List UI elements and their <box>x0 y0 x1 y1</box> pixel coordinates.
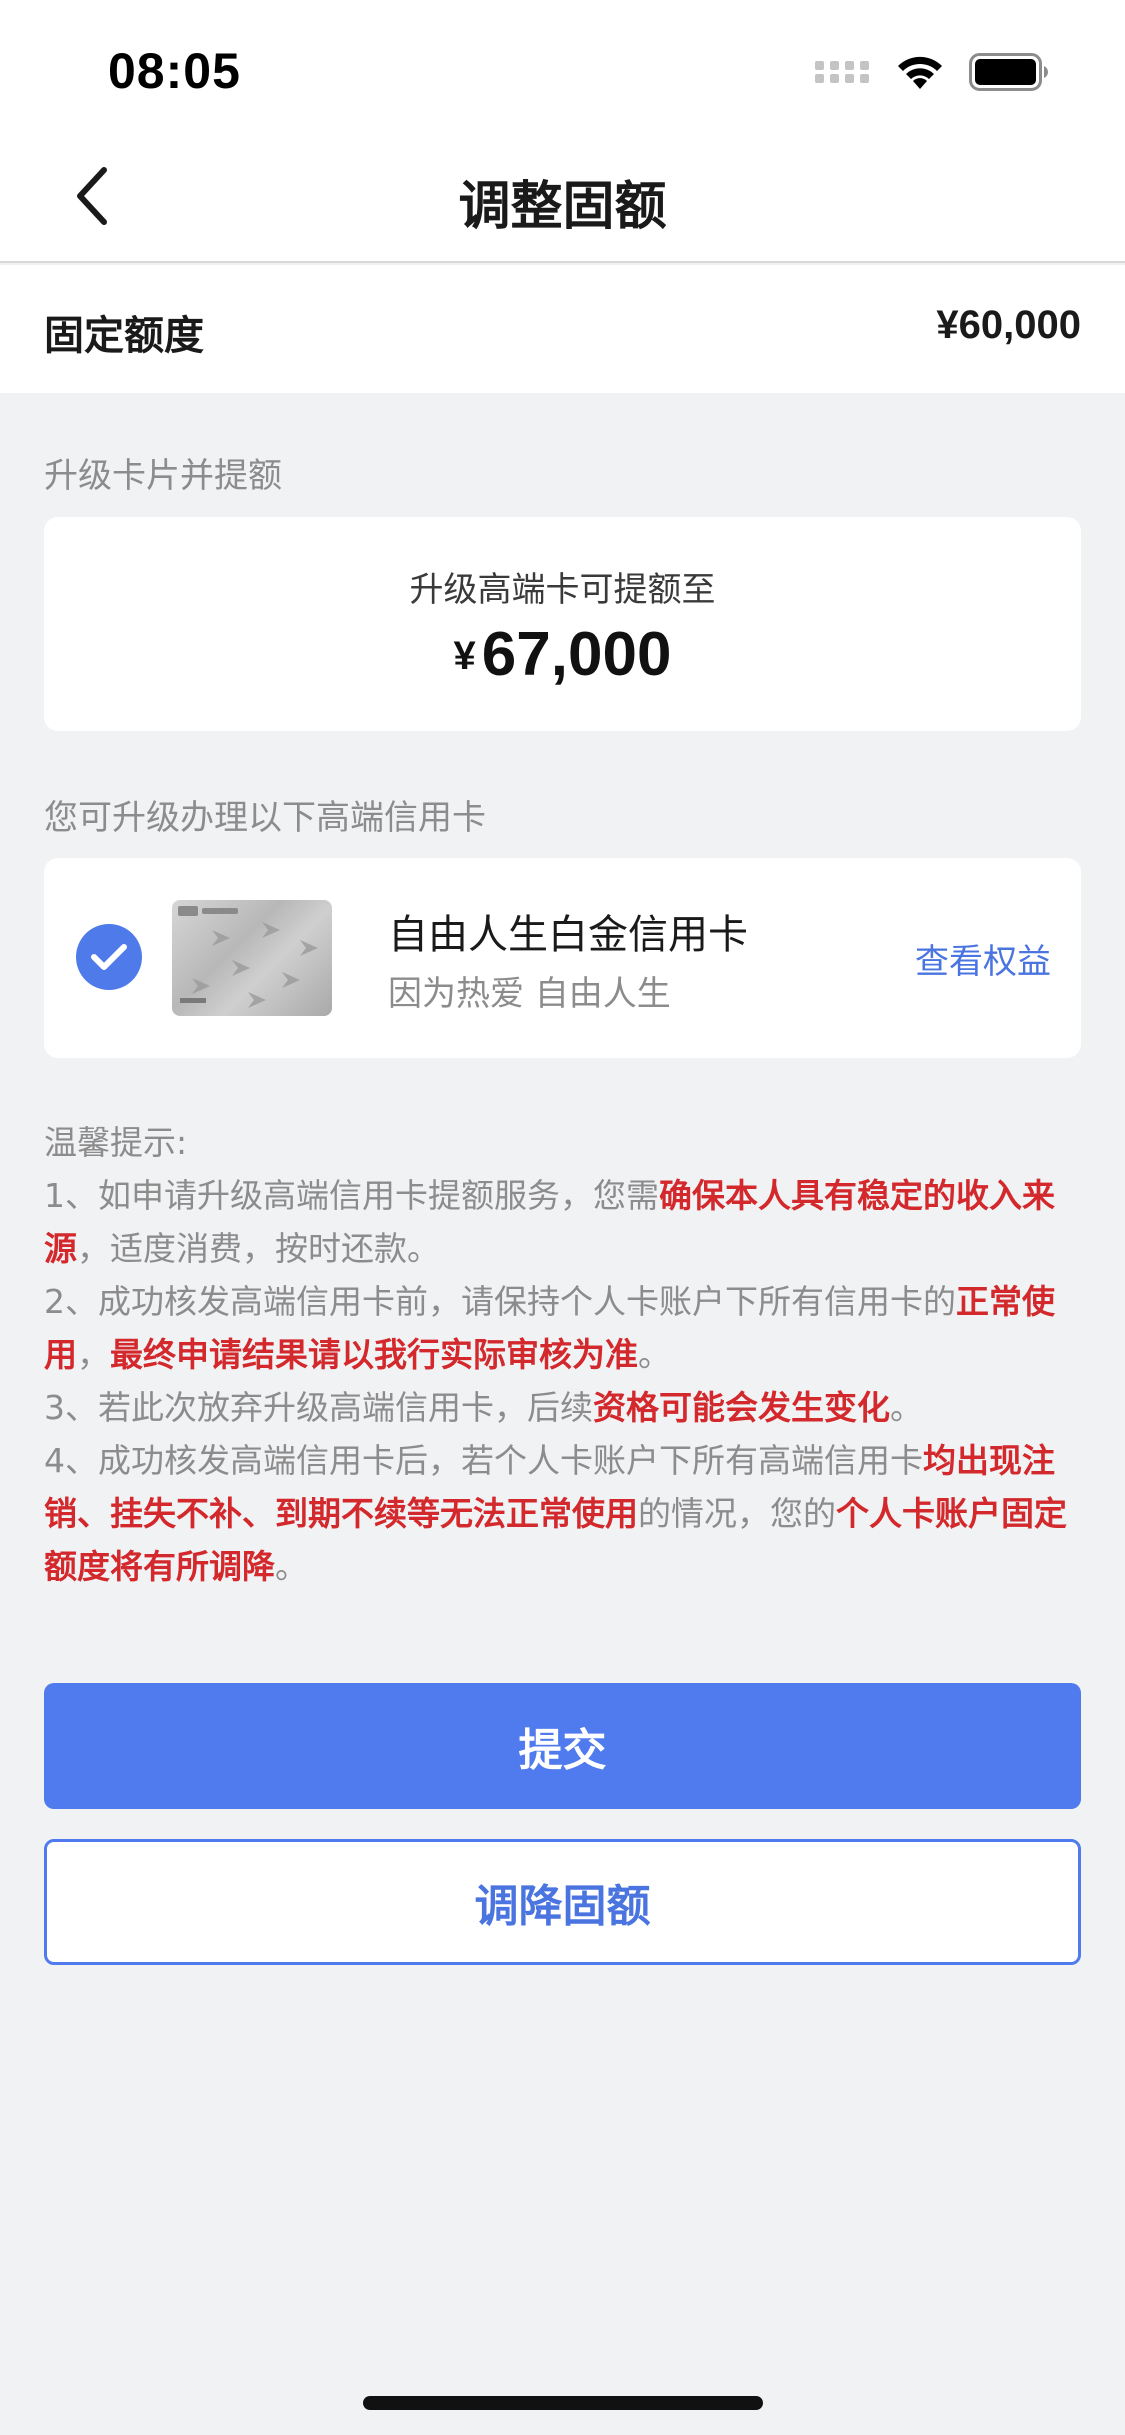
reduce-quota-button[interactable]: 调降固额 <box>44 1839 1081 1965</box>
wifi-icon <box>895 53 945 95</box>
fixed-quota-row: 固定额度 ¥60,000 <box>0 265 1125 393</box>
tips-block: 温馨提示: 1、如申请升级高端信用卡提额服务，您需确保本人具有稳定的收入来源，适… <box>44 1116 1084 1593</box>
view-benefits-link[interactable]: 查看权益 <box>915 934 1051 983</box>
tip-item: 1、如申请升级高端信用卡提额服务，您需确保本人具有稳定的收入来源，适度消费，按时… <box>44 1176 1055 1268</box>
battery-icon <box>969 53 1049 95</box>
tip-item: 3、若此次放弃升级高端信用卡，后续资格可能会发生变化。 <box>44 1388 923 1427</box>
tip-item: 2、成功核发高端信用卡前，请保持个人卡账户下所有信用卡的正常使用，最终申请结果请… <box>44 1282 1055 1374</box>
check-icon[interactable] <box>76 924 142 990</box>
home-indicator <box>363 2396 763 2410</box>
credit-card-option[interactable]: 自由人生白金信用卡 因为热爱 自由人生 查看权益 <box>44 858 1081 1058</box>
upgrade-amount: ¥67,000 <box>44 619 1081 690</box>
page-title: 调整固额 <box>458 177 667 237</box>
upgrade-amount-value: 67,000 <box>481 620 672 689</box>
fixed-quota-label: 固定额度 <box>44 313 204 359</box>
status-bar: 08:05 <box>0 0 1125 130</box>
submit-button[interactable]: 提交 <box>44 1683 1081 1809</box>
card-name: 自由人生白金信用卡 <box>388 912 748 958</box>
tip-item: 4、成功核发高端信用卡后，若个人卡账户下所有高端信用卡均出现注销、挂失不补、到期… <box>44 1441 1067 1586</box>
card-slogan: 因为热爱 自由人生 <box>388 974 671 1014</box>
card-image <box>172 900 332 1016</box>
cards-section-title: 您可升级办理以下高端信用卡 <box>44 798 486 838</box>
nav-bar: 调整固额 <box>0 130 1125 263</box>
fixed-quota-value: ¥60,000 <box>936 303 1081 347</box>
upgrade-amount-card: 升级高端卡可提额至 ¥67,000 <box>44 517 1081 731</box>
signal-icon <box>815 59 871 89</box>
status-time: 08:05 <box>108 43 241 99</box>
upgrade-section-title: 升级卡片并提额 <box>44 456 282 496</box>
tips-heading: 温馨提示: <box>44 1123 188 1162</box>
status-icons <box>815 52 1049 96</box>
currency-symbol: ¥ <box>453 634 476 678</box>
upgrade-caption: 升级高端卡可提额至 <box>409 570 716 610</box>
